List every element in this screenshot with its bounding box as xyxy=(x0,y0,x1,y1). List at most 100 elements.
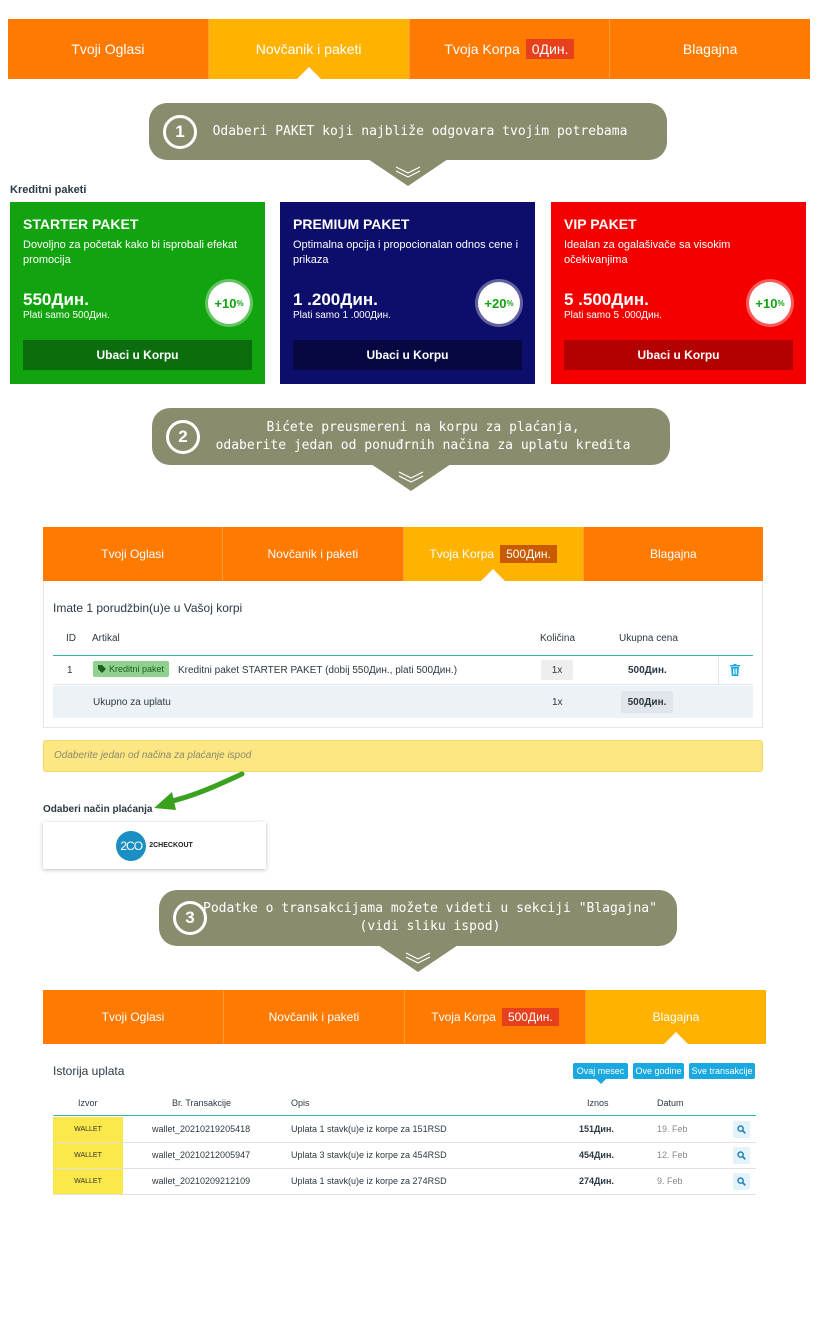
transaction-description: Uplata 3 stavk(u)e iz korpe za 454RSD xyxy=(291,1150,447,1160)
table-row: WALLET wallet_20210209212109 Uplata 1 st… xyxy=(53,1169,756,1195)
transactions-heading: Istorija uplata xyxy=(53,1064,125,1078)
package-description: Idealan za ogalašivače sa visokim očekiv… xyxy=(564,239,731,266)
tab-label: Tvoja Korpa xyxy=(429,547,495,561)
tab-tvoji-oglasi[interactable]: Tvoji Oglasi xyxy=(43,527,224,581)
tab-novcanik-i-paketi[interactable]: Novčanik i paketi xyxy=(224,990,405,1044)
step-text-line: odaberite jedan od ponuđrnih načina za u… xyxy=(215,437,631,453)
package-card-premium: PREMIUM PAKET Optimalna opcija i propoci… xyxy=(280,202,535,384)
package-pay-note: Plati samo 5 .000Дин. xyxy=(564,310,662,321)
source-badge: WALLET xyxy=(53,1169,123,1194)
tab-label: Tvoji Oglasi xyxy=(101,1010,165,1024)
transaction-date: 19. Feb xyxy=(657,1124,688,1134)
source-badge: WALLET xyxy=(53,1143,123,1168)
tab-label: Novčanik i paketi xyxy=(267,547,359,561)
filter-all-transactions[interactable]: Sve transakcije xyxy=(689,1063,755,1079)
package-pay-note: Plati samo 1 .000Дин. xyxy=(293,310,391,321)
search-icon[interactable] xyxy=(733,1147,750,1164)
table-row: WALLET wallet_20210219205418 Uplata 1 st… xyxy=(53,1117,756,1143)
step-text: Podatke o transakcijama možete videti u … xyxy=(163,900,673,936)
packages-title: Kreditni paketi xyxy=(10,184,87,196)
tab-blagajna[interactable]: Blagajna xyxy=(610,19,810,79)
add-to-cart-button[interactable]: Ubaci u Korpu xyxy=(564,340,793,370)
column-header-number: Br. Transakcije xyxy=(172,1098,232,1108)
filter-this-month[interactable]: Ovaj mesec xyxy=(573,1063,628,1084)
package-name: VIP PAKET xyxy=(564,216,637,232)
transaction-number: wallet_20210219205418 xyxy=(152,1124,251,1134)
step-3-callout: 3 Podatke o transakcijama možete videti … xyxy=(159,890,677,972)
add-to-cart-button[interactable]: Ubaci u Korpu xyxy=(293,340,522,370)
top-tab-bar: Tvoji Oglasi Novčanik i paketi Tvoja Kor… xyxy=(8,19,810,79)
tab-tvoji-oglasi[interactable]: Tvoji Oglasi xyxy=(43,990,224,1044)
tab-novcanik-i-paketi[interactable]: Novčanik i paketi xyxy=(208,19,410,79)
tab-blagajna[interactable]: Blagajna xyxy=(583,527,763,581)
row-id: 1 xyxy=(67,665,73,676)
column-header-source: Izvor xyxy=(78,1098,98,1108)
divider xyxy=(718,656,719,685)
down-pointer-icon xyxy=(368,159,448,186)
total-price: 500Дин. xyxy=(621,691,673,713)
tab-tvoja-korpa[interactable]: Tvoja Korpa 500Дин. xyxy=(405,990,586,1044)
source-badge: WALLET xyxy=(53,1117,123,1142)
tab-blagajna[interactable]: Blagajna xyxy=(586,990,766,1044)
down-pointer-icon xyxy=(371,464,451,491)
package-description: Optimalna opcija i propocionalan odnos c… xyxy=(293,239,519,266)
cart-amount-badge: 500Дин. xyxy=(500,545,557,563)
transaction-description: Uplata 1 stavk(u)e iz korpe za 151RSD xyxy=(291,1124,447,1134)
table-row: WALLET wallet_20210212005947 Uplata 3 st… xyxy=(53,1143,756,1169)
tab-tvoja-korpa[interactable]: Tvoja Korpa 500Дин. xyxy=(403,527,584,581)
step-text: Bićete preusmereni na korpu za plaćanja,… xyxy=(176,419,647,455)
column-header-description: Opis xyxy=(291,1098,310,1108)
package-card-starter: STARTER PAKET Dovoljno za početak kako b… xyxy=(10,202,265,384)
cashier-tab-bar: Tvoji Oglasi Novčanik i paketi Tvoja Kor… xyxy=(43,990,766,1044)
trash-icon[interactable] xyxy=(730,664,740,676)
tab-novcanik-i-paketi[interactable]: Novčanik i paketi xyxy=(223,527,404,581)
row-description: Kreditni paket STARTER PAKET (dobij 550Д… xyxy=(178,665,458,676)
package-price: 5 .500Дин. xyxy=(564,290,649,309)
cart-tab-bar: Tvoji Oglasi Novčanik i paketi Tvoja Kor… xyxy=(43,527,763,581)
down-pointer-icon xyxy=(378,945,458,972)
cart-amount-badge: 0Дин. xyxy=(525,39,575,59)
column-header-amount: Iznos xyxy=(587,1098,609,1108)
step-text-line: (vidi sliku ispod) xyxy=(359,919,501,934)
category-tag: Kreditni paket xyxy=(93,661,170,677)
column-header-date: Datum xyxy=(657,1098,684,1108)
step-2-callout: 2 Bićete preusmereni na korpu za plaćanj… xyxy=(152,408,670,491)
transaction-date: 9. Feb xyxy=(657,1176,683,1186)
package-name: PREMIUM PAKET xyxy=(293,216,410,232)
step-text-line: Bićete preusmereni na korpu za plaćanja, xyxy=(266,419,580,435)
step-text-line: Podatke o transakcijama možete videti u … xyxy=(203,901,657,916)
tab-label: Tvoja Korpa xyxy=(431,1010,496,1024)
search-icon[interactable] xyxy=(733,1121,750,1138)
cart-heading: Imate 1 porudžbin(u)e u Vašoj korpi xyxy=(53,601,243,615)
payment-method-heading: Odaberi način plaćanja xyxy=(43,804,153,815)
tab-label: Tvoji Oglasi xyxy=(71,41,145,57)
step-1-callout: 1 Odaberi PAKET koji najbliže odgovara t… xyxy=(149,103,667,186)
table-row: 1 Kreditni paket Kreditni paket STARTER … xyxy=(53,655,753,685)
payment-option-2checkout[interactable]: 2CO 2CHECKOUT xyxy=(43,822,266,869)
tab-label: Blagajna xyxy=(682,41,738,57)
bonus-badge: +10% xyxy=(749,282,791,324)
tab-label: Tvoji Oglasi xyxy=(101,547,164,561)
transaction-description: Uplata 1 stavk(u)e iz korpe za 274RSD xyxy=(291,1176,447,1186)
filter-this-year[interactable]: Ove godine xyxy=(633,1063,684,1079)
search-icon[interactable] xyxy=(733,1173,750,1190)
transaction-number: wallet_20210212005947 xyxy=(152,1150,251,1160)
tab-label: Blagajna xyxy=(652,1010,700,1024)
package-price: 1 .200Дин. xyxy=(293,290,378,309)
total-qty: 1x xyxy=(552,697,563,708)
column-header-item: Artikal xyxy=(92,633,120,644)
total-label: Ukupno za uplatu xyxy=(93,697,171,708)
column-header-id: ID xyxy=(66,633,76,644)
cart-amount-badge: 500Дин. xyxy=(501,1008,559,1026)
add-to-cart-button[interactable]: Ubaci u Korpu xyxy=(23,340,252,370)
column-header-total: Ukupna cena xyxy=(619,633,678,644)
package-card-vip: VIP PAKET Idealan za ogalašivače sa viso… xyxy=(551,202,806,384)
package-description: Dovoljno za početak kako bi isprobali ef… xyxy=(23,239,238,266)
tab-tvoja-korpa[interactable]: Tvoja Korpa 0Дин. xyxy=(409,19,611,79)
step-number: 2 xyxy=(166,419,200,454)
tab-tvoji-oglasi[interactable]: Tvoji Oglasi xyxy=(8,19,209,79)
step-number: 1 xyxy=(163,114,197,149)
step-number: 3 xyxy=(173,901,207,935)
quantity-field[interactable]: 1x xyxy=(541,660,573,680)
tab-label: Blagajna xyxy=(650,547,697,561)
